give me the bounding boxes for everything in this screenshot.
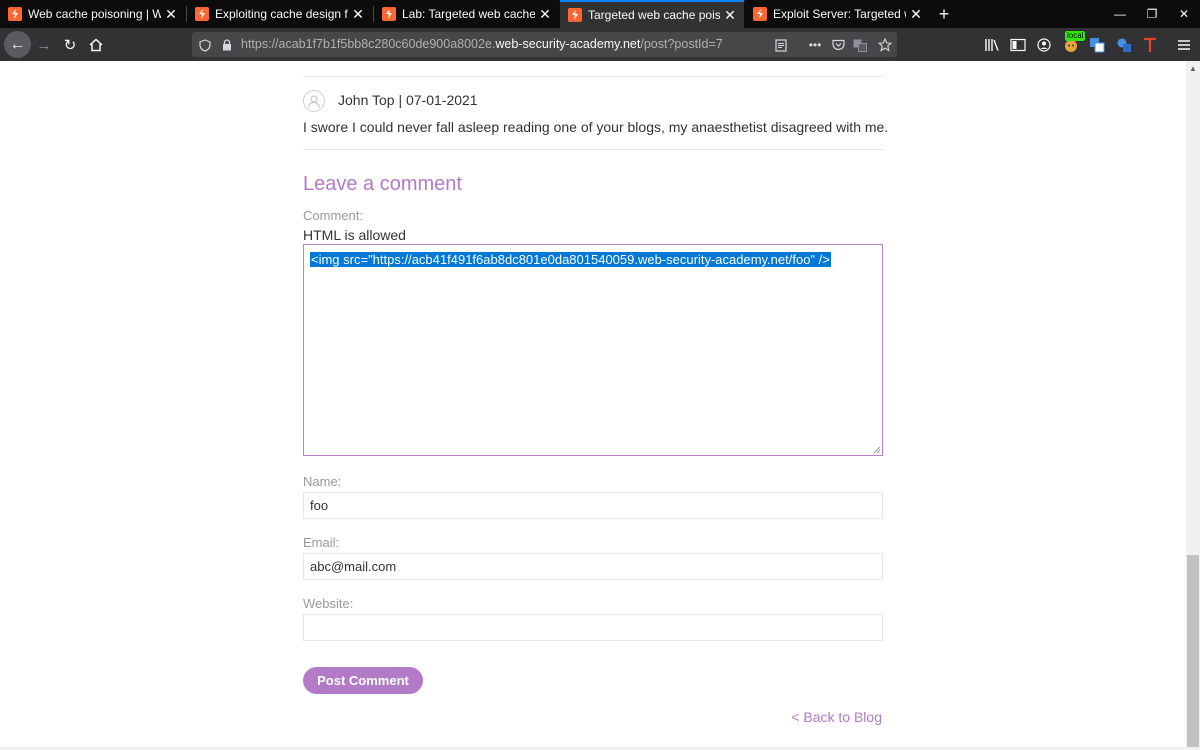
close-tab-icon[interactable]: ✕ (535, 6, 555, 23)
address-bar[interactable]: https://acab1f7b1f5bb8c280c60de900a8002e… (192, 32, 897, 57)
close-tab-icon[interactable]: ✕ (720, 7, 740, 24)
forward-arrow-icon[interactable]: → (32, 33, 56, 57)
close-window-icon[interactable]: ✕ (1168, 0, 1200, 28)
section-divider (303, 149, 883, 150)
back-to-blog-link[interactable]: < Back to Blog (791, 709, 882, 725)
comment-author-date: John Top | 07-01-2021 (338, 92, 478, 108)
resize-grip-icon[interactable] (873, 446, 881, 454)
selected-comment-text: <img src="https://acb41f491f6ab8dc801e0d… (310, 252, 831, 267)
pocket-icon[interactable] (829, 36, 847, 54)
portswigger-favicon-icon (195, 7, 209, 21)
comment-divider (303, 76, 883, 77)
url-domain: web-security-academy.net (495, 37, 641, 51)
tab-targeted-web-cache-poisoning[interactable]: Targeted web cache poisoning ✕ (560, 0, 744, 28)
home-icon[interactable] (84, 33, 108, 57)
website-label: Website: (303, 596, 354, 611)
tracking-protection-shield-icon[interactable] (196, 36, 214, 54)
extension-tampermonkey-icon[interactable] (1140, 35, 1160, 55)
html-allowed-hint: HTML is allowed (303, 227, 406, 243)
comment-textarea[interactable]: <img src="https://acb41f491f6ab8dc801e0d… (303, 244, 883, 456)
tab-exploiting-cache-design-flaws[interactable]: Exploiting cache design flaws | ✕ (187, 0, 372, 28)
url-text[interactable]: https://acab1f7b1f5bb8c280c60de900a8002e… (241, 37, 723, 51)
close-tab-icon[interactable]: ✕ (906, 6, 926, 23)
back-arrow-icon[interactable]: ← (4, 31, 31, 58)
page-actions-icon[interactable]: ••• (806, 36, 824, 54)
close-tab-icon[interactable]: ✕ (348, 6, 368, 23)
portswigger-favicon-icon (382, 7, 396, 21)
bookmark-star-icon[interactable] (876, 36, 894, 54)
portswigger-favicon-icon (753, 7, 767, 21)
post-comment-button[interactable]: Post Comment (303, 667, 423, 694)
hamburger-menu-icon[interactable] (1174, 35, 1194, 55)
portswigger-favicon-icon (568, 8, 582, 22)
tab-label: Lab: Targeted web cache poiso (402, 7, 535, 21)
translate-icon[interactable] (851, 36, 869, 54)
tab-label: Web cache poisoning | Web Se (28, 7, 161, 21)
reader-view-icon[interactable] (772, 36, 790, 54)
restore-window-icon[interactable]: ❐ (1136, 0, 1168, 28)
local-badge: local (1065, 31, 1086, 41)
extension-translate-icon[interactable] (1087, 35, 1107, 55)
lock-icon[interactable] (218, 36, 236, 54)
leave-comment-heading: Leave a comment (303, 173, 462, 195)
account-icon[interactable] (1034, 35, 1054, 55)
name-label: Name: (303, 474, 342, 489)
close-tab-icon[interactable]: ✕ (161, 6, 181, 23)
extension-translate-alt-icon[interactable] (1114, 35, 1134, 55)
avatar (303, 90, 325, 112)
tab-exploit-server[interactable]: Exploit Server: Targeted web ca ✕ (745, 0, 930, 28)
tab-label: Exploiting cache design flaws | (215, 7, 348, 21)
scroll-up-arrow-icon[interactable]: ▲ (1186, 62, 1200, 76)
email-label: Email: (303, 535, 340, 550)
new-tab-button[interactable]: + (934, 4, 954, 24)
sidebar-icon[interactable] (1008, 35, 1028, 55)
library-icon[interactable] (982, 35, 1002, 55)
scrollbar-thumb[interactable] (1187, 555, 1199, 747)
user-avatar-icon (308, 95, 320, 108)
tab-lab-targeted[interactable]: Lab: Targeted web cache poiso ✕ (374, 0, 559, 28)
name-field[interactable]: foo (303, 492, 883, 519)
comment-label: Comment: (303, 208, 363, 223)
minimize-window-icon[interactable]: — (1104, 0, 1136, 28)
url-prefix: https://acab1f7b1f5bb8c280c60de900a8002e… (241, 37, 496, 51)
tab-label: Targeted web cache poisoning (588, 8, 720, 22)
url-path: /post?postId=7 (640, 37, 723, 51)
tab-label: Exploit Server: Targeted web ca (773, 7, 906, 21)
portswigger-favicon-icon (8, 7, 22, 21)
tab-web-cache-poisoning[interactable]: Web cache poisoning | Web Se ✕ (0, 0, 185, 28)
website-field[interactable] (303, 614, 883, 641)
reload-icon[interactable]: ↻ (58, 33, 82, 57)
email-field[interactable]: abc@mail.com (303, 553, 883, 580)
comment-body: I swore I could never fall asleep readin… (303, 119, 889, 135)
